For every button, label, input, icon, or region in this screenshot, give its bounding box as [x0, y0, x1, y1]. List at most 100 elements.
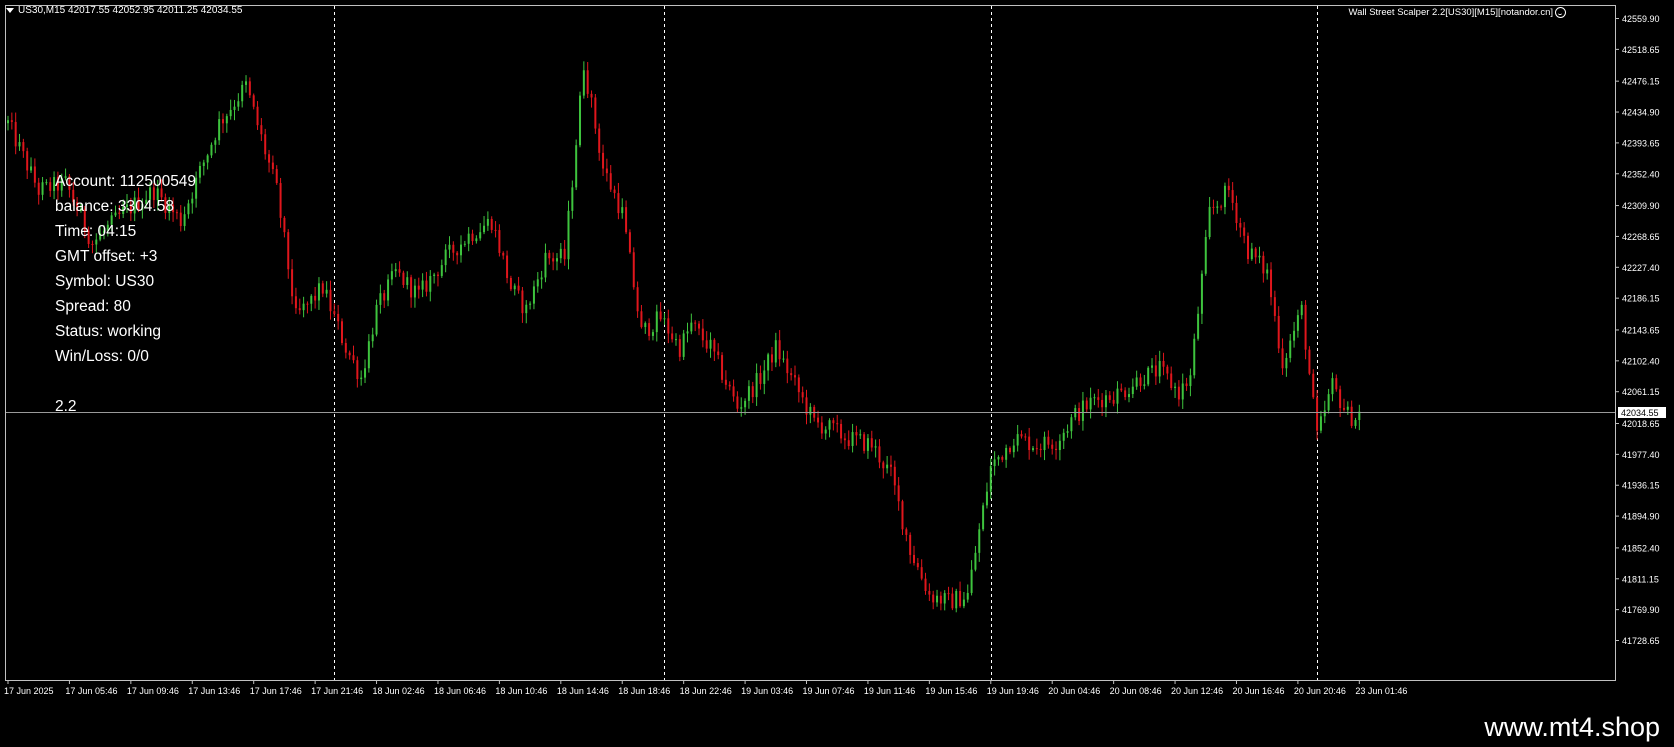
candle-body-282: [1089, 397, 1092, 410]
dropdown-triangle-icon[interactable]: [6, 7, 14, 13]
candle-body-5: [26, 151, 29, 171]
candle-body-135: [525, 304, 528, 314]
candle-body-96: [375, 304, 378, 335]
candle-body-146: [567, 210, 570, 260]
expert-name: Wall Street Scalper 2.2[US30][M15][notan…: [1348, 7, 1553, 19]
candle-body-247: [955, 590, 958, 609]
time-axis: 17 Jun 2025 17 Jun 05:46 17 Jun 09:46 17 Ju…: [4, 680, 1407, 696]
candle-body-336: [1296, 315, 1299, 331]
candle-body-1: [10, 120, 13, 122]
candle-body-50: [198, 165, 201, 178]
candle-body-107: [417, 285, 420, 290]
candle-body-158: [613, 189, 616, 194]
price-tick-label-1: 42518.65: [1622, 45, 1660, 55]
candle-body-270: [1043, 436, 1046, 451]
candle-body-253: [978, 529, 981, 553]
candle-body-221: [855, 432, 858, 436]
candle-body-230: [889, 464, 892, 467]
candle-body-83: [325, 289, 328, 294]
balance-text: balance: 3304.58: [55, 198, 174, 215]
time-tick-label-12: 19 Jun 03:46: [741, 686, 793, 696]
price-tick-label-2: 42476.15: [1622, 77, 1660, 87]
symbol-header[interactable]: US30,M15 42017.55 42052.95 42011.25 4203…: [6, 5, 242, 16]
candle-body-63: [248, 81, 251, 96]
candle-body-265: [1024, 436, 1027, 438]
candle-body-264: [1020, 434, 1023, 437]
candle-body-88: [344, 343, 347, 353]
candle-body-232: [897, 485, 900, 502]
candle-body-276: [1066, 431, 1069, 433]
candle-body-237: [916, 563, 919, 568]
candle-body-319: [1231, 190, 1234, 203]
candle-body-212: [820, 422, 823, 434]
candle-body-275: [1062, 432, 1065, 441]
time-tick-label-14: 19 Jun 11:46: [864, 686, 915, 696]
price-tick-label-0: 42559.90: [1622, 14, 1660, 24]
candle-body-303: [1170, 373, 1173, 389]
brand-watermark: www.mt4.shop: [1484, 712, 1660, 742]
candle-body-297: [1147, 367, 1150, 385]
price-tick-label-5: 42352.40: [1622, 169, 1660, 179]
version-text: 2.2: [55, 398, 77, 415]
candle-body-4: [22, 142, 25, 152]
candle-body-75: [294, 296, 297, 309]
candle-body-62: [245, 81, 248, 85]
candle-body-120: [467, 233, 470, 244]
candle-body-133: [517, 285, 520, 291]
time-tick-label-9: 18 Jun 14:46: [557, 686, 609, 696]
candle-body-130: [506, 255, 509, 278]
candle-body-201: [778, 340, 781, 360]
time-tick-label-10: 18 Jun 18:46: [618, 686, 670, 696]
candle-body-306: [1181, 383, 1184, 400]
price-tick-label-17: 41852.40: [1622, 543, 1660, 553]
ea-info-panel: Account: 112500549 balance: 3304.58 Time…: [55, 169, 196, 419]
candle-body-76: [298, 308, 301, 311]
candle-body-54: [214, 140, 217, 145]
candle-body-137: [532, 286, 535, 304]
candle-body-205: [793, 375, 796, 378]
candle-body-72: [283, 217, 286, 233]
candle-body-125: [486, 218, 489, 226]
candle-body-61: [241, 84, 244, 102]
price-chart[interactable]: 42559.90 42518.65 42476.15 42434.90 42393.65…: [0, 0, 1674, 747]
candle-body-91: [356, 360, 359, 380]
expert-advisor-label[interactable]: Wall Street Scalper 2.2[US30][M15][notan…: [1348, 7, 1566, 18]
candle-body-285: [1101, 399, 1104, 408]
candle-body-312: [1204, 237, 1207, 274]
time-tick-label-15: 19 Jun 15:46: [925, 686, 977, 696]
candle-body-242: [936, 595, 939, 603]
candle-body-148: [575, 145, 578, 188]
candle-body-167: [648, 323, 651, 336]
candle-body-101: [394, 269, 397, 272]
smiley-icon[interactable]: [1555, 7, 1566, 18]
time-tick-label-16: 19 Jun 19:46: [987, 686, 1039, 696]
candle-body-273: [1055, 448, 1058, 451]
candle-body-296: [1143, 384, 1146, 386]
candle-body-66: [260, 125, 263, 135]
price-tick-label-8: 42227.40: [1622, 263, 1660, 273]
candle-body-138: [536, 279, 539, 287]
candle-body-103: [402, 272, 405, 285]
time-tick-label-22: 23 Jun 01:46: [1355, 686, 1407, 696]
candle-body-89: [348, 352, 351, 356]
candle-body-302: [1166, 366, 1169, 374]
candle-body-241: [932, 594, 935, 603]
price-tick-label-13: 42018.65: [1622, 419, 1660, 429]
candle-body-68: [268, 154, 271, 163]
candle-body-337: [1300, 304, 1303, 316]
candle-body-114: [444, 249, 447, 266]
price-axis: 42559.90 42518.65 42476.15 42434.90 42393.65…: [1615, 14, 1660, 646]
candle-body-71: [279, 183, 282, 218]
candle-body-73: [287, 232, 290, 270]
chart-window[interactable]: 42559.90 42518.65 42476.15 42434.90 42393.65…: [0, 0, 1674, 747]
gmt-offset-text: GMT offset: +3: [55, 248, 158, 265]
candle-body-77: [302, 303, 305, 311]
candle-body-325: [1254, 248, 1257, 258]
candle-body-222: [859, 434, 862, 436]
candle-body-329: [1270, 269, 1273, 298]
candle-body-144: [559, 248, 562, 259]
candle-body-193: [747, 386, 750, 401]
candle-body-181: [701, 328, 704, 341]
candle-body-315: [1216, 206, 1219, 208]
time-tick-label-5: 17 Jun 21:46: [311, 686, 363, 696]
